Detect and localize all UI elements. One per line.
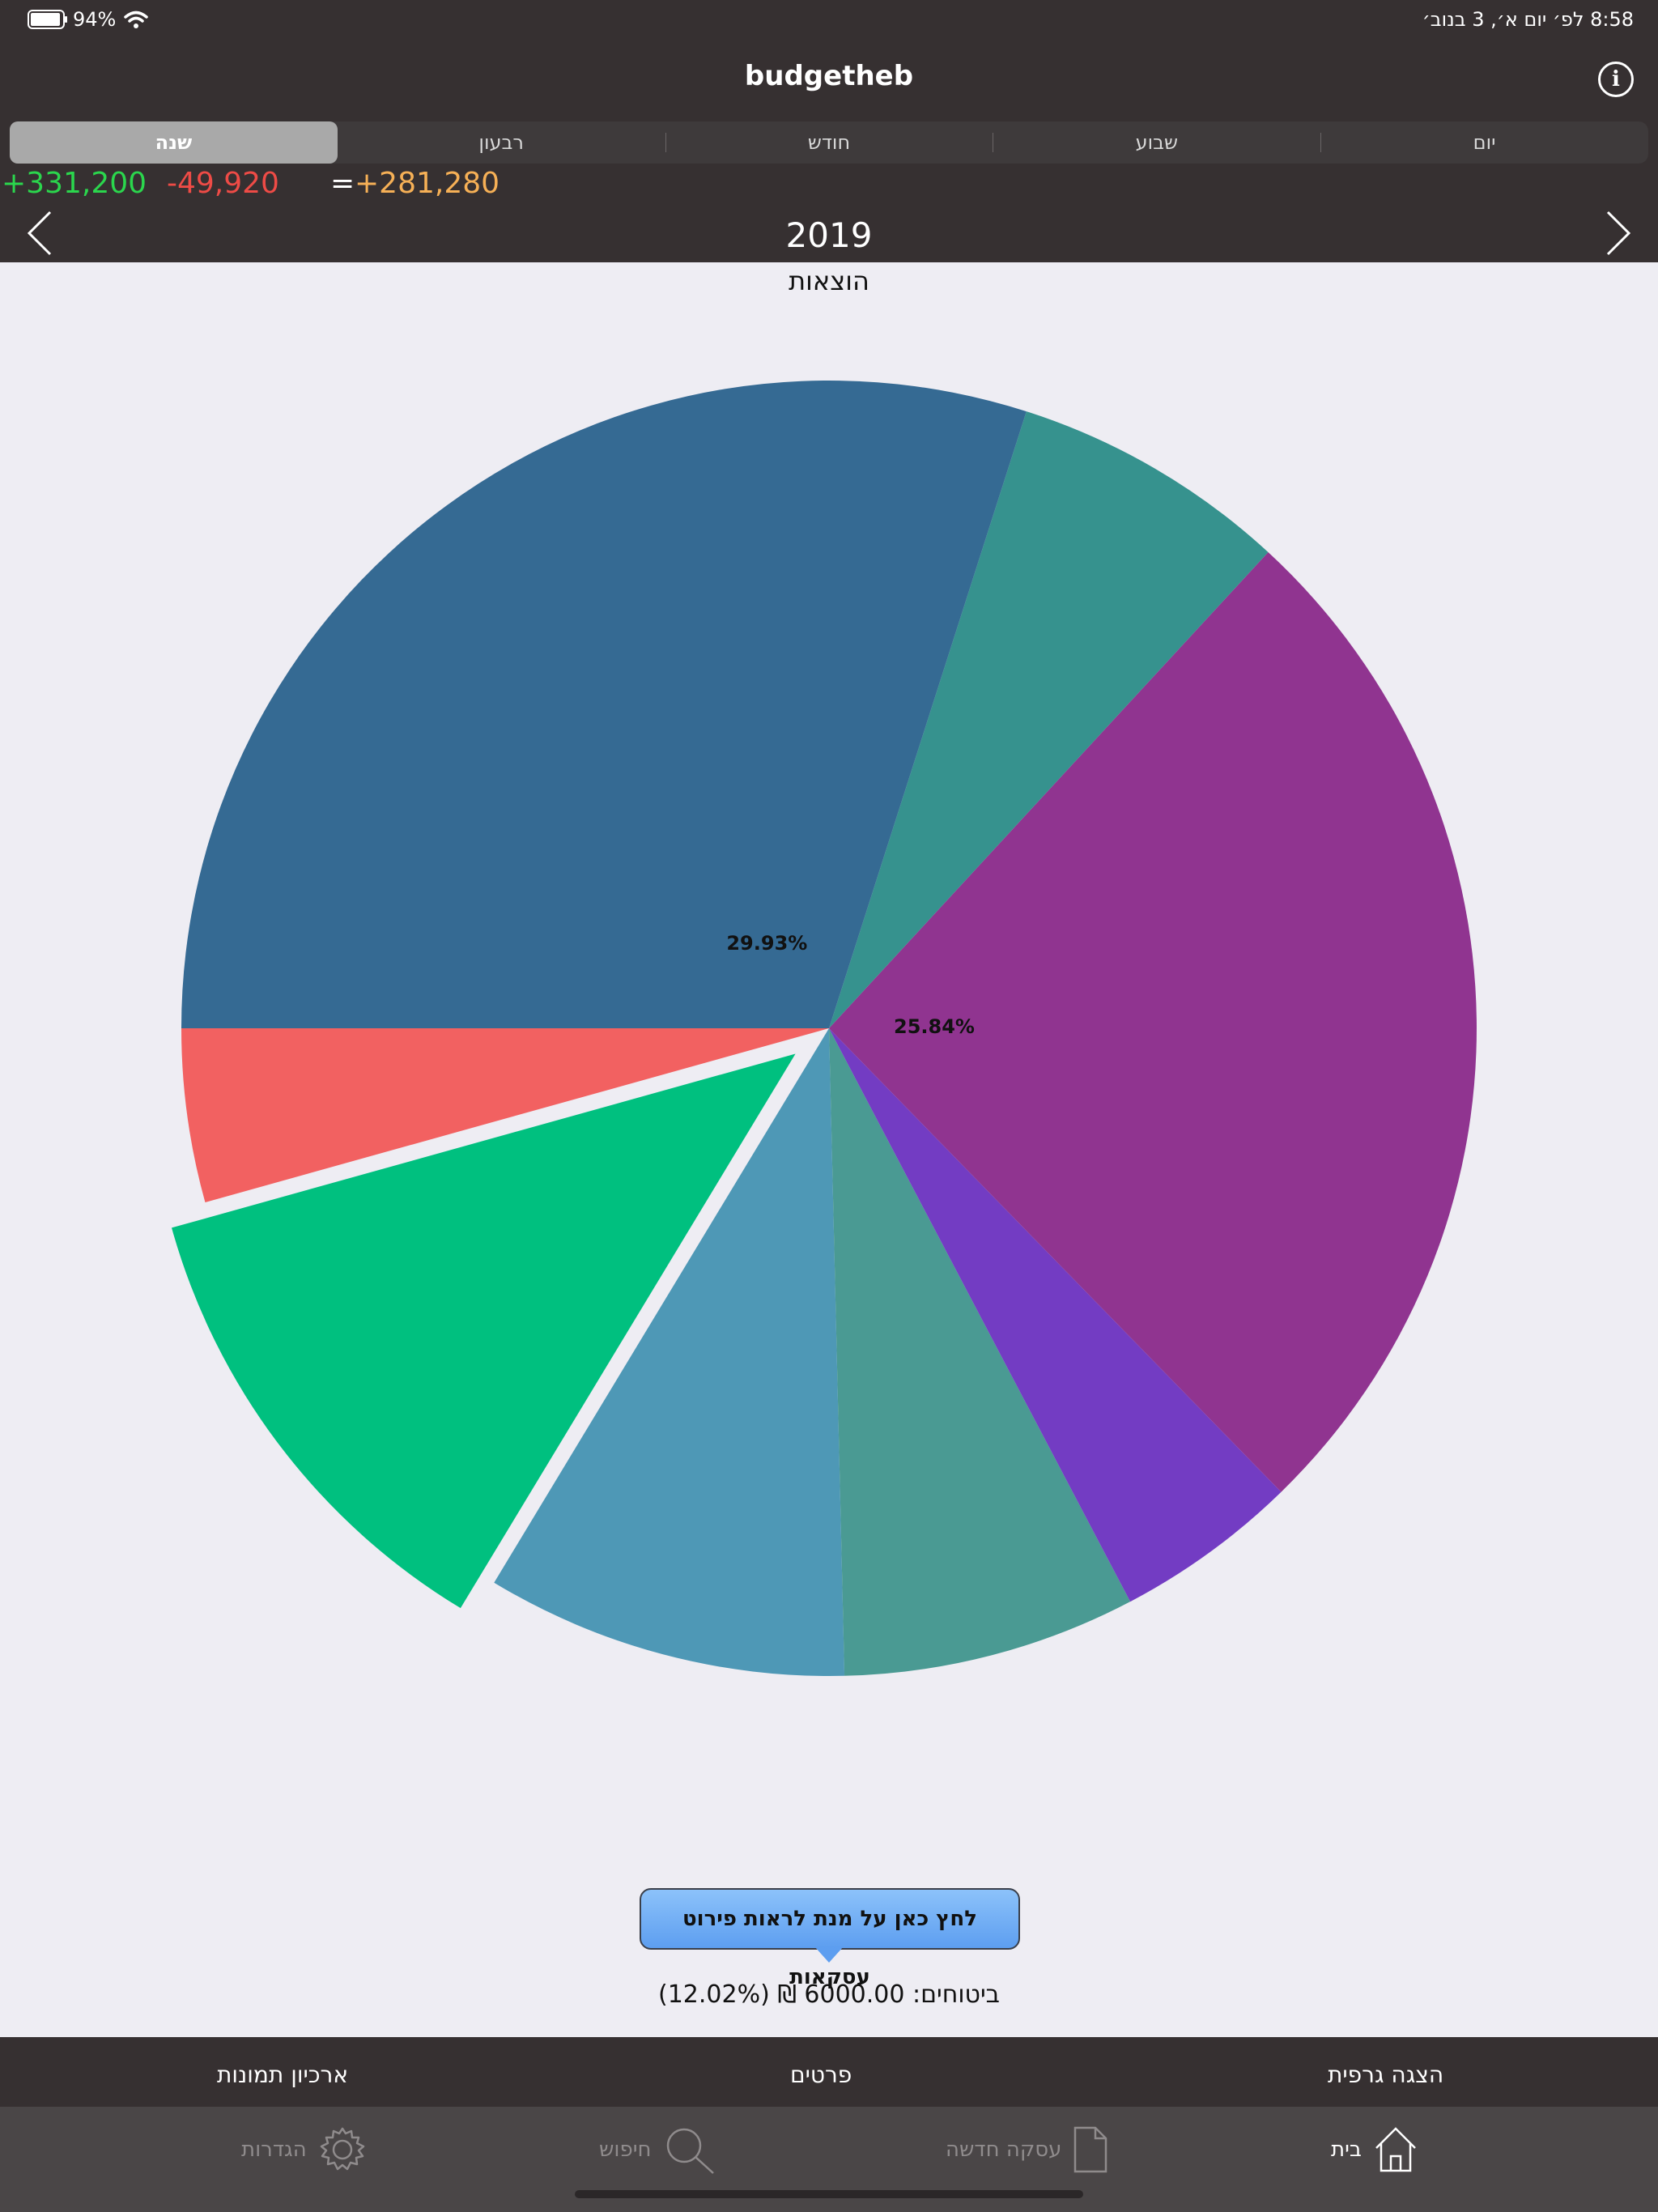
status-battery: 94% [28, 8, 149, 31]
selected-slice-info: ביטוחים: 6000.00 ₪ (12.02%) [657, 1980, 1001, 2009]
menu-details[interactable]: פרטים [790, 2061, 852, 2088]
tooltip-pointer [814, 1946, 844, 1963]
period-segmented-control: שנה רבעון חודש שבוע יום [10, 121, 1648, 164]
expense-total: -49,920 [167, 167, 279, 200]
tab-week[interactable]: שבוע [993, 121, 1320, 164]
tab-settings-label: הגדרות [241, 2138, 307, 2162]
wifi-icon [124, 11, 149, 28]
tab-new-transaction[interactable]: עסקה חדשה [946, 2121, 1108, 2178]
tab-day[interactable]: יום [1320, 121, 1648, 164]
home-indicator [575, 2190, 1083, 2198]
menu-graph-view[interactable]: הצגה גרפית [1328, 2061, 1443, 2088]
info-button[interactable]: i [1598, 62, 1634, 97]
home-icon [1375, 2127, 1416, 2172]
info-icon: i [1612, 67, 1620, 91]
tab-search[interactable]: חיפוש [599, 2121, 716, 2178]
status-time-date: 8:58 לפ׳ יום א׳, 3 בנוב׳ [1422, 8, 1634, 31]
menu-photo-archive[interactable]: ארכיון תמונות [217, 2061, 348, 2088]
income-total: +331,200 [2, 167, 147, 200]
tab-month[interactable]: חודש [665, 121, 993, 164]
transactions-tooltip-button[interactable]: לחץ כאן על מנת לראות פירוט עסקאות [640, 1888, 1020, 1989]
gear-icon [320, 2127, 364, 2171]
app-title: budgetheb [744, 60, 914, 92]
pie-slice-label-6: 25.84% [894, 1015, 975, 1038]
tab-new-transaction-label: עסקה חדשה [946, 2138, 1062, 2162]
battery-percent: 94% [73, 8, 117, 31]
tab-search-label: חיפוש [599, 2138, 652, 2162]
tab-home[interactable]: בית [1331, 2121, 1418, 2178]
battery-icon [28, 10, 67, 29]
tab-home-label: בית [1331, 2138, 1362, 2162]
pie-slice-label-8: 29.93% [726, 932, 807, 955]
search-icon [666, 2128, 714, 2174]
year-label: 2019 [785, 215, 873, 255]
next-period-chevron-icon[interactable] [1593, 209, 1642, 257]
tab-settings[interactable]: הגדרות [241, 2121, 367, 2178]
expense-pie-chart: 25.84% 29.93% [172, 381, 1477, 1676]
balance-total: +281,280 [355, 167, 500, 200]
document-icon [1074, 2126, 1107, 2173]
tab-year[interactable]: שנה [10, 121, 338, 164]
tab-quarter[interactable]: רבעון [338, 121, 665, 164]
equals-sign: = [330, 167, 355, 200]
